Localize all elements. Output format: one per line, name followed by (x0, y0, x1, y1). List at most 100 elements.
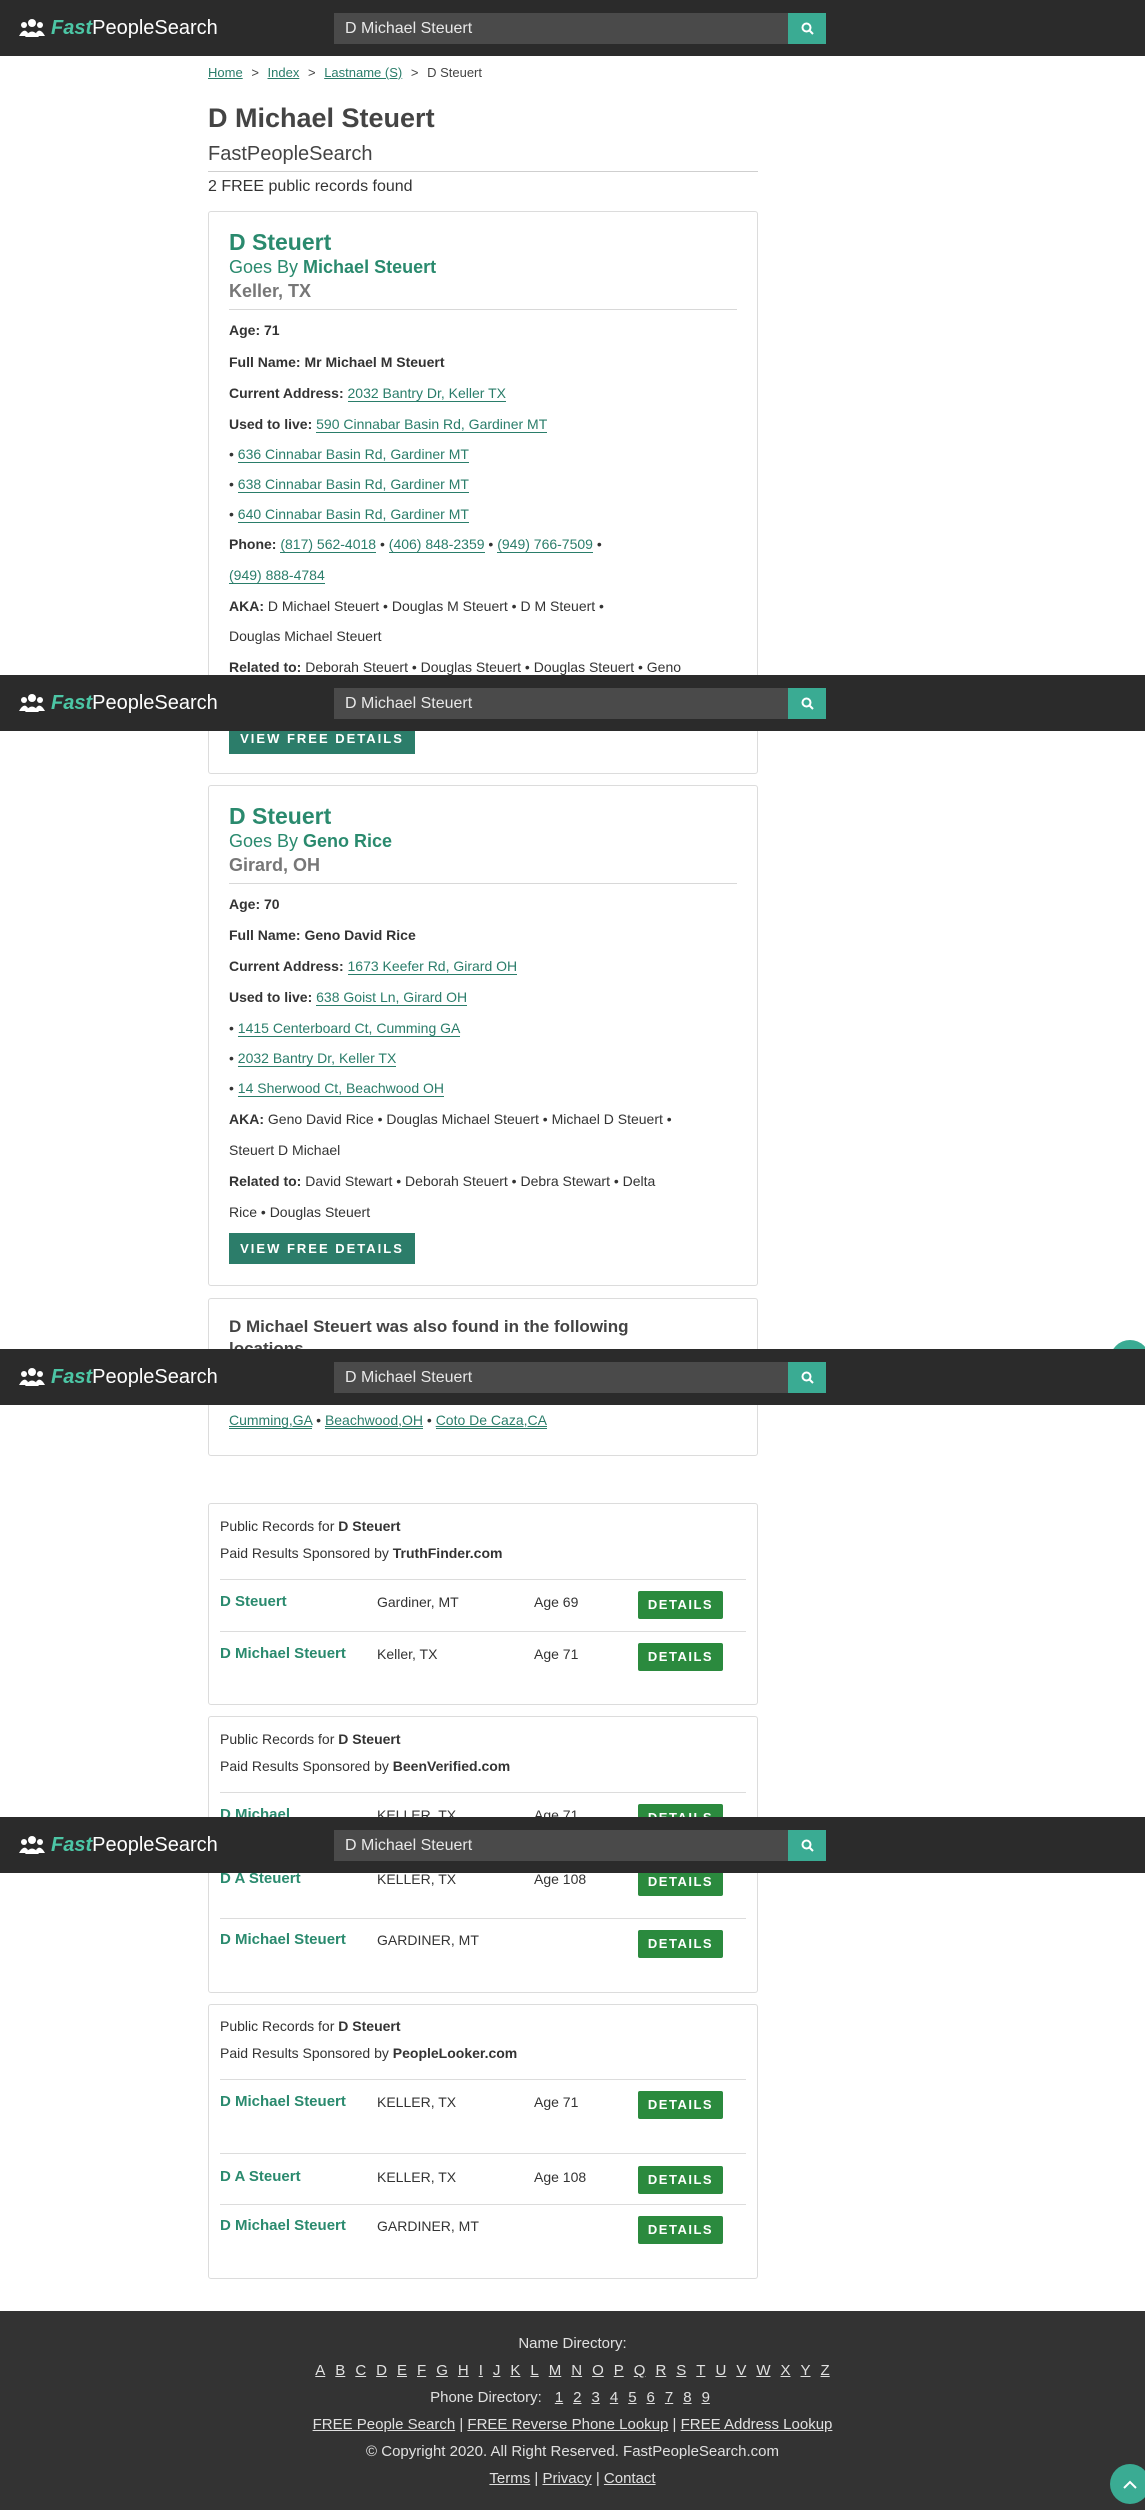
breadcrumb-separator: > (410, 65, 419, 80)
result-name-link[interactable]: D Steuert (220, 1589, 350, 1615)
directory-letter-link[interactable]: W (756, 2362, 770, 2379)
phone-link[interactable]: (817) 562-4018 (280, 536, 377, 553)
breadcrumb-home-link[interactable]: Home (208, 65, 243, 80)
search-input[interactable]: D Michael Steuert (334, 688, 788, 719)
directory-letter-link[interactable]: D (376, 2362, 387, 2379)
previous-address-link[interactable]: 638 Cinnabar Basin Rd, Gardiner MT (237, 476, 469, 493)
details-button[interactable]: DETAILS (638, 2091, 723, 2119)
current-address-link[interactable]: 2032 Bantry Dr, Keller TX (347, 385, 506, 402)
search-button[interactable] (788, 1830, 826, 1861)
phone-link[interactable]: (406) 848-2359 (388, 536, 485, 553)
details-button[interactable]: DETAILS (638, 2216, 723, 2244)
previous-address-link[interactable]: 640 Cinnabar Basin Rd, Gardiner MT (237, 506, 469, 523)
directory-letter-link[interactable]: M (549, 2362, 562, 2379)
directory-letter-link[interactable]: K (510, 2362, 520, 2379)
breadcrumb-lastname-link[interactable]: Lastname (S) (324, 65, 402, 80)
details-button[interactable]: DETAILS (638, 1591, 723, 1619)
used-to-live-row: Used to live: 638 Goist Ln, Girard OH (229, 988, 468, 1006)
directory-letter-link[interactable]: P (614, 2362, 624, 2379)
search-button[interactable] (788, 13, 826, 44)
scroll-to-top-button[interactable] (1110, 2464, 1145, 2504)
search-button[interactable] (788, 688, 826, 719)
directory-letter-link[interactable]: R (655, 2362, 666, 2379)
contact-link[interactable]: Contact (604, 2470, 656, 2487)
result-name-link[interactable]: D Michael Steuert (220, 1641, 350, 1667)
breadcrumb-index-link[interactable]: Index (268, 65, 300, 80)
view-free-details-button[interactable]: VIEW FREE DETAILS (229, 1233, 415, 1264)
terms-link[interactable]: Terms (489, 2470, 530, 2487)
location-link[interactable]: Cumming,GA (229, 1412, 313, 1429)
previous-address-link[interactable]: 14 Sherwood Ct, Beachwood OH (237, 1080, 445, 1097)
directory-letter-link[interactable]: X (781, 2362, 791, 2379)
result-name-link[interactable]: D Michael Steuert (220, 1927, 350, 1953)
result-name-link[interactable]: D A Steuert (220, 2164, 350, 2190)
search-input[interactable]: D Michael Steuert (334, 1830, 788, 1861)
directory-letter-link[interactable]: J (493, 2362, 501, 2379)
divider (220, 1631, 746, 1632)
site-logo[interactable]: Fast PeopleSearch (19, 690, 218, 716)
phone-directory-digit-link[interactable]: 8 (683, 2389, 691, 2406)
free-address-lookup-link[interactable]: FREE Address Lookup (681, 2416, 833, 2433)
directory-letter-link[interactable]: I (479, 2362, 483, 2379)
phone-directory-digit-link[interactable]: 3 (592, 2389, 600, 2406)
breadcrumb: Home > Index > Lastname (S) > D Steuert (208, 65, 482, 80)
previous-address-link[interactable]: 1415 Centerboard Ct, Cumming GA (237, 1020, 461, 1037)
result-name-link[interactable]: D Michael Steuert (220, 2089, 350, 2115)
site-logo[interactable]: Fast PeopleSearch (19, 15, 218, 41)
phone-directory-digit-link[interactable]: 2 (573, 2389, 581, 2406)
directory-letter-link[interactable]: V (736, 2362, 746, 2379)
search-input[interactable]: D Michael Steuert (334, 13, 788, 44)
phone-directory-digit-link[interactable]: 5 (628, 2389, 636, 2406)
phone-directory-digit-link[interactable]: 6 (647, 2389, 655, 2406)
previous-address-row: • 2032 Bantry Dr, Keller TX (229, 1050, 397, 1067)
phone-directory-digit-link[interactable]: 1 (555, 2389, 563, 2406)
free-reverse-phone-lookup-link[interactable]: FREE Reverse Phone Lookup (467, 2416, 668, 2433)
directory-letter-link[interactable]: Z (821, 2362, 830, 2379)
directory-letter-link[interactable]: N (571, 2362, 582, 2379)
phone-directory-digit-link[interactable]: 9 (702, 2389, 710, 2406)
phone-directory-digit-link[interactable]: 4 (610, 2389, 618, 2406)
directory-letter-link[interactable]: O (592, 2362, 604, 2379)
location-link[interactable]: Coto De Caza,CA (435, 1412, 547, 1429)
directory-letter-link[interactable]: H (458, 2362, 469, 2379)
directory-letter-link[interactable]: S (676, 2362, 686, 2379)
search-icon (801, 1839, 814, 1852)
search-button[interactable] (788, 1362, 826, 1393)
directory-letter-link[interactable]: T (696, 2362, 705, 2379)
phone-link[interactable]: (949) 766-7509 (497, 536, 593, 553)
details-button[interactable]: DETAILS (638, 2166, 723, 2194)
details-button[interactable]: DETAILS (638, 1643, 723, 1671)
site-logo[interactable]: Fast PeopleSearch (19, 1832, 218, 1858)
directory-letter-link[interactable]: C (355, 2362, 366, 2379)
person-name-link[interactable]: D Steuert (229, 803, 737, 829)
site-logo[interactable]: Fast PeopleSearch (19, 1364, 218, 1390)
search-input[interactable]: D Michael Steuert (334, 1362, 788, 1393)
previous-address-link[interactable]: 638 Goist Ln, Girard OH (316, 989, 468, 1006)
directory-letter-link[interactable]: E (397, 2362, 407, 2379)
related-names: Rice • Douglas Steuert (229, 1204, 371, 1220)
phone-link[interactable]: (949) 888-4784 (229, 567, 325, 584)
directory-letter-link[interactable]: Y (801, 2362, 811, 2379)
privacy-link[interactable]: Privacy (542, 2470, 591, 2487)
site-header: Fast PeopleSearch D Michael Steuert (0, 1817, 1145, 1873)
directory-letter-link[interactable]: A (315, 2362, 325, 2379)
directory-letter-link[interactable]: G (436, 2362, 448, 2379)
directory-letter-link[interactable]: U (715, 2362, 726, 2379)
details-button[interactable]: DETAILS (638, 1930, 723, 1958)
person-location: Girard, OH (229, 855, 321, 875)
directory-letter-link[interactable]: F (417, 2362, 426, 2379)
previous-address-row: • 640 Cinnabar Basin Rd, Gardiner MT (229, 506, 469, 523)
phone-directory-digit-link[interactable]: 7 (665, 2389, 673, 2406)
directory-letter-link[interactable]: Q (634, 2362, 646, 2379)
directory-letter-link[interactable]: L (530, 2362, 538, 2379)
link-separator: | (459, 2416, 464, 2433)
free-people-search-link[interactable]: FREE People Search (313, 2416, 456, 2433)
directory-letter-link[interactable]: B (335, 2362, 345, 2379)
person-name-link[interactable]: D Steuert (229, 229, 737, 255)
current-address-link[interactable]: 1673 Keefer Rd, Girard OH (347, 958, 518, 975)
previous-address-link[interactable]: 590 Cinnabar Basin Rd, Gardiner MT (316, 416, 548, 433)
previous-address-link[interactable]: 636 Cinnabar Basin Rd, Gardiner MT (237, 446, 469, 463)
result-name-link[interactable]: D Michael Steuert (220, 2213, 350, 2239)
previous-address-link[interactable]: 2032 Bantry Dr, Keller TX (237, 1050, 397, 1067)
location-link[interactable]: Beachwood,OH (324, 1412, 423, 1429)
